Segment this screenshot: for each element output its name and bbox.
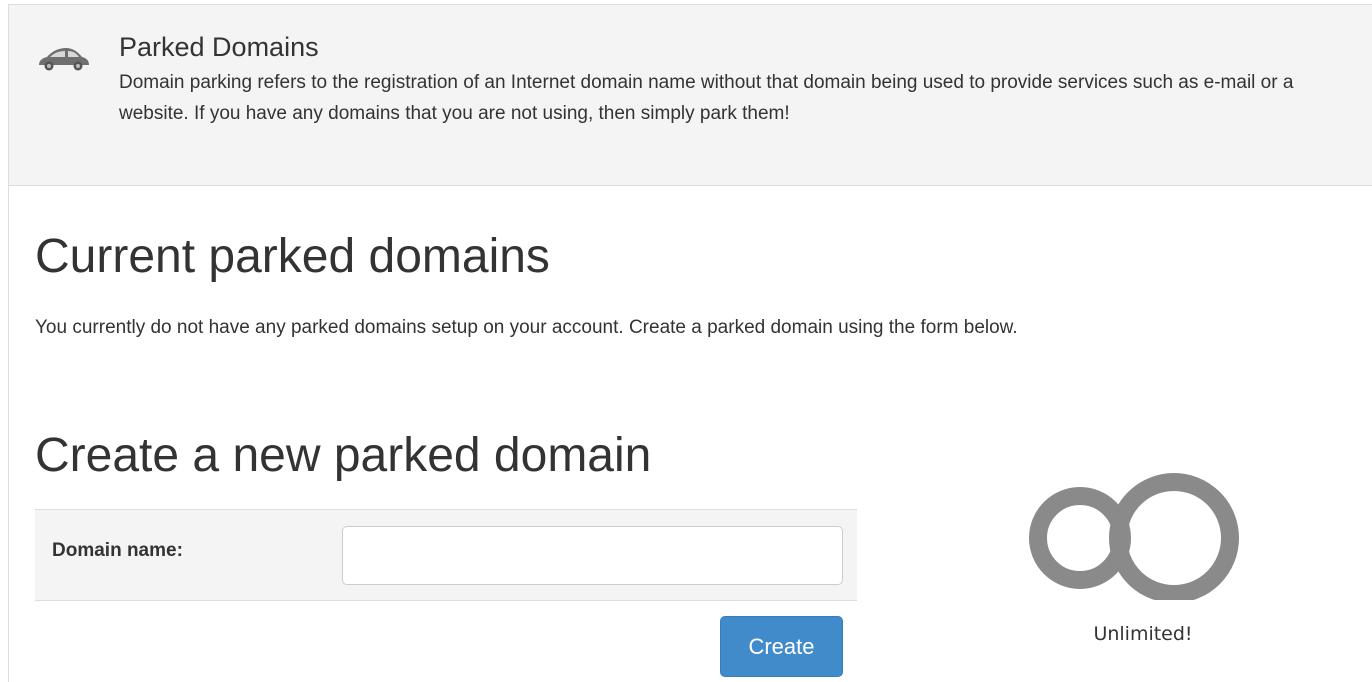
no-domains-message: You currently do not have any parked dom… — [35, 317, 1018, 338]
create-domain-form: Domain name: — [35, 509, 857, 601]
domain-name-input[interactable] — [342, 526, 843, 585]
module-header: Parked Domains Domain parking refers to … — [9, 5, 1372, 186]
quota-label: Unlimited! — [1093, 623, 1193, 645]
domain-name-label: Domain name: — [52, 540, 183, 561]
module-title: Parked Domains — [119, 32, 319, 62]
module-description: Domain parking refers to the registratio… — [119, 72, 1294, 124]
infinity-icon — [1029, 473, 1239, 600]
current-domains-heading: Current parked domains — [35, 230, 550, 283]
create-domain-heading: Create a new parked domain — [35, 429, 652, 482]
car-icon — [39, 48, 89, 71]
create-button[interactable]: Create — [720, 616, 843, 677]
